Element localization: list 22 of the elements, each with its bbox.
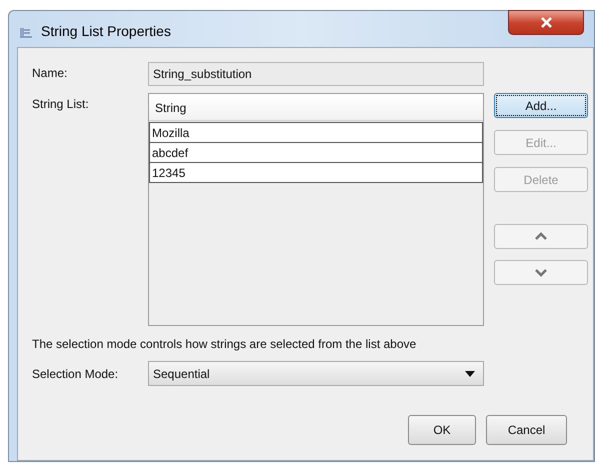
move-down-button[interactable] (494, 260, 588, 285)
selection-mode-label: Selection Mode: (32, 366, 120, 382)
ok-button[interactable]: OK (408, 415, 476, 445)
close-button[interactable] (508, 10, 584, 35)
column-header[interactable]: String (149, 94, 483, 121)
name-field[interactable]: String_substitution (148, 62, 484, 86)
dropdown-arrow-icon (465, 370, 475, 376)
chevron-up-icon (535, 232, 547, 241)
table-cell[interactable]: Mozilla (149, 122, 483, 143)
move-up-button[interactable] (494, 224, 588, 249)
chevron-down-icon (535, 268, 547, 277)
table-cell[interactable]: 12345 (149, 162, 483, 183)
table-cell[interactable]: abcdef (149, 142, 483, 163)
selection-mode-dropdown[interactable]: Sequential (148, 361, 484, 386)
hint-text: The selection mode controls how strings are selected from the list above (32, 336, 418, 353)
cancel-button[interactable]: Cancel (486, 415, 567, 445)
close-icon (540, 17, 552, 28)
list-action-button[interactable]: Add... (494, 93, 588, 118)
string-list-label: String List: (32, 96, 90, 113)
name-label: Name: (32, 65, 68, 82)
list-icon (19, 26, 33, 38)
window-title: String List Properties (41, 22, 171, 41)
